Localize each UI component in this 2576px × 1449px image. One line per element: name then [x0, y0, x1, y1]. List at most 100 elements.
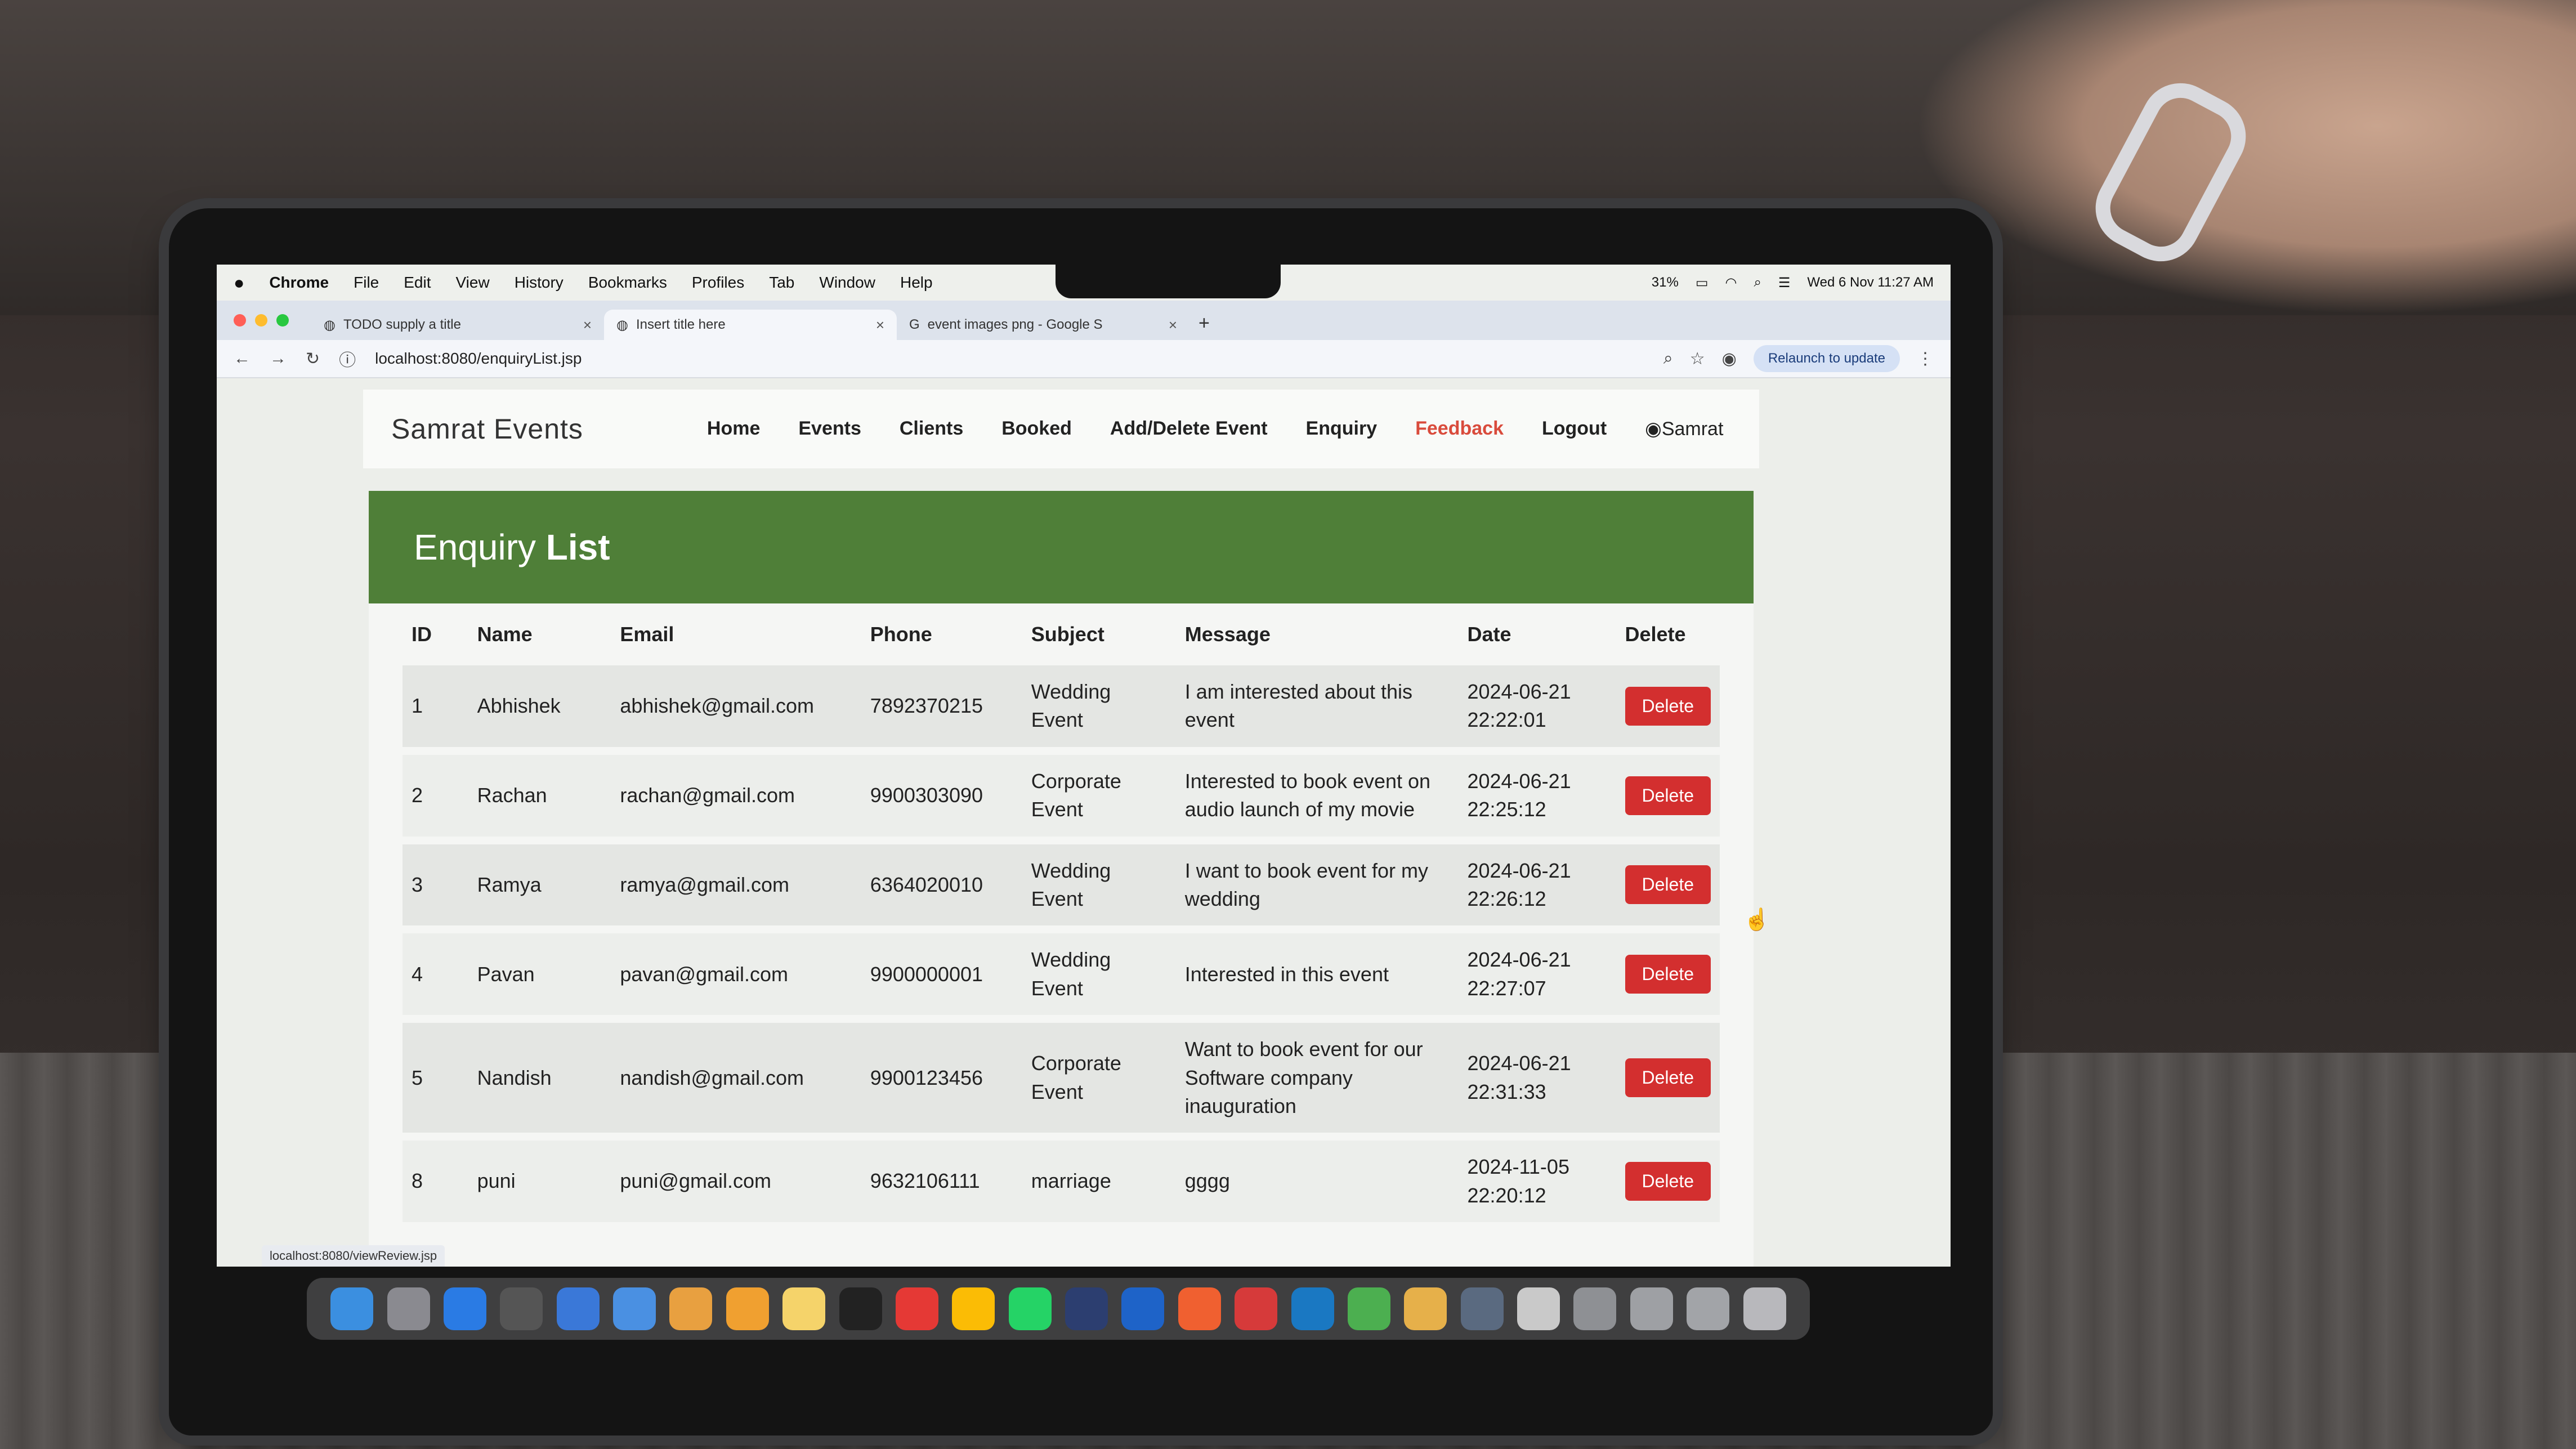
col-message: Message — [1184, 623, 1271, 646]
menu-window[interactable]: Window — [819, 274, 875, 292]
page-title: Enquiry List — [414, 526, 610, 568]
menu-app-name[interactable]: Chrome — [269, 274, 329, 292]
close-window-icon[interactable] — [234, 314, 246, 327]
menu-bookmarks[interactable]: Bookmarks — [588, 274, 667, 292]
trash-icon[interactable] — [1743, 1287, 1786, 1330]
nav-home[interactable]: Home — [707, 418, 760, 440]
nav-enquiry[interactable]: Enquiry — [1306, 418, 1378, 440]
cell-subject: Wedding Event — [1031, 680, 1111, 732]
browser-toolbar: ← → ↻ ⓘ localhost:8080/enquiryList.jsp ⌕… — [217, 340, 1951, 378]
battery-icon[interactable]: ▭ — [1696, 275, 1709, 291]
nav-user[interactable]: ◉Samrat — [1645, 418, 1723, 440]
cell-id: 5 — [412, 1066, 423, 1089]
cell-date: 2024-06-21 22:26:12 — [1467, 858, 1571, 910]
whatsapp-icon[interactable] — [1008, 1287, 1052, 1330]
delete-button[interactable]: Delete — [1625, 865, 1711, 905]
tab-insert-title[interactable]: ◍ Insert title here × — [604, 310, 897, 340]
finder-icon[interactable] — [330, 1287, 374, 1330]
pages-icon[interactable] — [726, 1287, 769, 1330]
nav-clients[interactable]: Clients — [900, 418, 963, 440]
user-icon: ◉ — [1645, 418, 1662, 440]
chrome-icon[interactable] — [952, 1287, 995, 1330]
cell-delete: Delete — [1616, 844, 1720, 926]
menu-tab[interactable]: Tab — [769, 274, 794, 292]
cell-email: abhishek@gmail.com — [620, 694, 815, 718]
cell-id: 1 — [412, 694, 423, 718]
nav-add-delete-event[interactable]: Add/Delete Event — [1110, 418, 1268, 440]
apple-icon[interactable]: ● — [234, 272, 244, 293]
tab-google-search[interactable]: G event images png - Google S × — [897, 310, 1189, 340]
terminal-icon[interactable] — [839, 1287, 882, 1330]
downloads-folder-icon[interactable] — [1630, 1287, 1673, 1330]
tab-todo[interactable]: ◍ TODO supply a title × — [311, 310, 604, 340]
nav-booked[interactable]: Booked — [1001, 418, 1072, 440]
cell-delete: Delete — [1616, 665, 1720, 747]
background-person-arm — [1914, 0, 2576, 315]
maximize-window-icon[interactable] — [276, 314, 289, 327]
eclipse-icon[interactable] — [1065, 1287, 1108, 1330]
delete-button[interactable]: Delete — [1625, 955, 1711, 994]
profile-avatar-icon[interactable]: ◉ — [1722, 349, 1737, 369]
delete-button[interactable]: Delete — [1625, 686, 1711, 726]
system-settings-icon[interactable] — [500, 1287, 543, 1330]
menu-history[interactable]: History — [515, 274, 564, 292]
cell-phone: 9900123456 — [870, 1066, 983, 1089]
reload-icon[interactable]: ↻ — [306, 349, 320, 369]
git-icon[interactable] — [1235, 1287, 1278, 1330]
app-store-icon[interactable] — [443, 1287, 486, 1330]
keynote-icon[interactable] — [556, 1287, 600, 1330]
link-status-bar: localhost:8080/viewReview.jsp — [262, 1245, 445, 1267]
site-info-icon[interactable]: ⓘ — [339, 346, 356, 371]
cell-name: Rachan — [477, 783, 547, 807]
tab-close-icon[interactable]: × — [876, 316, 884, 334]
menu-help[interactable]: Help — [900, 274, 933, 292]
back-arrow-icon[interactable]: ← — [234, 349, 251, 368]
cell-message: I want to book event for my wedding — [1184, 858, 1428, 910]
bookmark-star-icon[interactable]: ☆ — [1690, 349, 1705, 369]
cell-delete: Delete — [1616, 933, 1720, 1015]
cell-name: Ramya — [477, 873, 542, 896]
wifi-icon[interactable]: ◠ — [1725, 275, 1737, 291]
notes-icon[interactable] — [782, 1287, 826, 1330]
menu-file[interactable]: File — [354, 274, 379, 292]
relaunch-button[interactable]: Relaunch to update — [1753, 345, 1900, 372]
documents-folder-icon[interactable] — [1687, 1287, 1730, 1330]
forward-arrow-icon[interactable]: → — [270, 349, 287, 368]
spring-tool-icon[interactable] — [1347, 1287, 1390, 1330]
minimize-window-icon[interactable] — [255, 314, 267, 327]
menu-profiles[interactable]: Profiles — [692, 274, 744, 292]
cell-name: Nandish — [477, 1066, 552, 1089]
tab-close-icon[interactable]: × — [583, 316, 592, 334]
control-center-icon[interactable]: ☰ — [1778, 275, 1791, 291]
media-player-icon[interactable] — [1121, 1287, 1165, 1330]
toolbar-actions: ⌕ ☆ ◉ Relaunch to update ⋮ — [1663, 345, 1951, 372]
menu-view[interactable]: View — [456, 274, 490, 292]
more-options-icon[interactable]: ⋮ — [1917, 349, 1934, 369]
table-row: 2 Rachan rachan@gmail.com 9900303090 Cor… — [402, 754, 1720, 837]
textedit-icon[interactable] — [1517, 1287, 1560, 1330]
cell-phone: 7892370215 — [870, 694, 983, 718]
delete-button[interactable]: Delete — [1625, 1058, 1711, 1098]
screen-app-icon[interactable] — [1460, 1287, 1504, 1330]
menu-edit[interactable]: Edit — [404, 274, 431, 292]
address-url[interactable]: localhost:8080/enquiryList.jsp — [375, 350, 582, 368]
package-icon[interactable] — [1404, 1287, 1447, 1330]
zoom-icon[interactable]: ⌕ — [1663, 349, 1673, 368]
delete-button[interactable]: Delete — [1625, 776, 1711, 815]
folder-icon[interactable] — [1573, 1287, 1617, 1330]
nav-logout[interactable]: Logout — [1542, 418, 1607, 440]
swift-icon[interactable] — [1178, 1287, 1221, 1330]
photos-icon[interactable] — [669, 1287, 713, 1330]
tab-close-icon[interactable]: × — [1169, 316, 1177, 334]
delete-button[interactable]: Delete — [1625, 1162, 1711, 1201]
spotlight-search-icon[interactable]: ⌕ — [1754, 275, 1761, 290]
new-tab-button[interactable]: + — [1198, 312, 1210, 334]
launchpad-icon[interactable] — [387, 1287, 430, 1330]
nav-events[interactable]: Events — [798, 418, 861, 440]
site-brand[interactable]: Samrat Events — [391, 413, 583, 445]
youtube-icon[interactable] — [895, 1287, 938, 1330]
mail-icon[interactable] — [613, 1287, 656, 1330]
menubar-clock[interactable]: Wed 6 Nov 11:27 AM — [1807, 275, 1934, 290]
nav-feedback[interactable]: Feedback — [1415, 418, 1504, 440]
vscode-icon[interactable] — [1291, 1287, 1334, 1330]
